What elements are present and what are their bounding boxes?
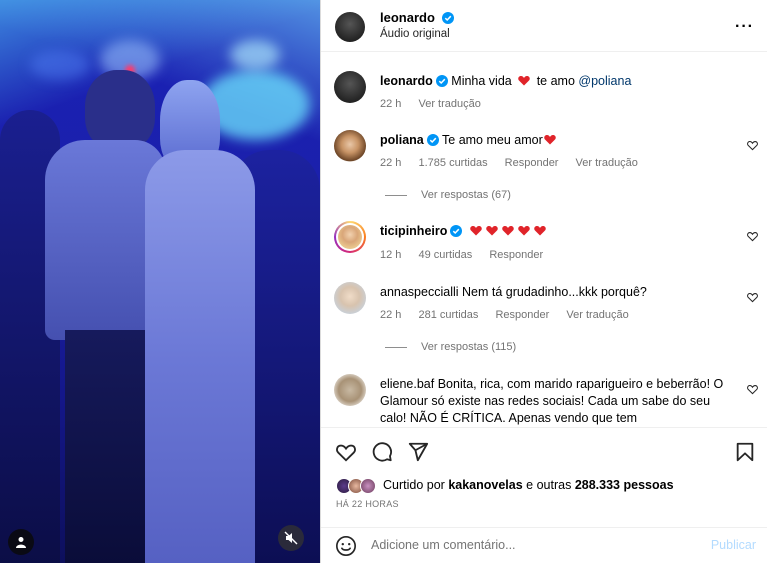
reply-button[interactable]: Responder [489,249,543,261]
view-replies-link[interactable]: Ver respostas (67) [385,189,511,201]
post-side-panel: leonardo Áudio original ··· leonardo Min… [320,0,767,563]
likes-prefix: Curtido por [383,478,445,492]
comments-list: leonardo Minha vida te amo @poliana 22 h… [321,53,767,427]
liker-username[interactable]: kakanovelas [448,478,522,492]
see-translation-link[interactable]: Ver tradução [566,309,628,321]
user-icon [16,537,26,548]
man-figure [85,70,155,150]
post-time[interactable]: HÁ 22 HORAS [336,499,399,509]
add-comment-bar: Publicar [321,527,767,563]
more-icon: ··· [735,18,754,35]
mute-icon [284,531,298,545]
verified-badge-icon [426,134,439,146]
comment-text-row: poliana Te amo meu amor [380,132,734,149]
comment-username[interactable]: leonardo [380,74,433,88]
comment-input[interactable] [371,538,691,552]
comment-meta: 12 h 49 curtidas Responder [380,249,557,261]
mute-button[interactable] [278,525,304,551]
like-comment-heart-icon[interactable] [747,231,758,242]
avatar[interactable] [334,71,366,103]
mention-link[interactable]: @poliana [578,74,631,88]
tagged-users-button[interactable] [8,529,34,555]
comment-time[interactable]: 22 h [380,157,401,169]
see-translation-link[interactable]: Ver tradução [576,157,638,169]
heart-emojis [470,224,546,238]
comment-time[interactable]: 12 h [380,249,401,261]
red-heart-emoji-icon [486,226,498,236]
heart-icon[interactable] [335,441,357,463]
caption-text: leonardo Minha vida te amo @poliana [380,73,734,90]
likers-avatars[interactable] [336,478,380,496]
avatar[interactable] [334,282,366,314]
comment-icon[interactable] [371,441,393,463]
likes-summary: Curtido por kakanovelas e outras 288.333… [383,478,674,492]
red-heart-emoji-icon [518,226,530,236]
author-username[interactable]: leonardo [380,10,435,25]
comment-text: Nem tá grudadinho...kkk porquê? [462,285,647,299]
avatar[interactable] [334,130,366,162]
post-dialog: leonardo Áudio original ··· leonardo Min… [0,0,767,563]
author-username-row: leonardo [380,10,454,25]
likes-count[interactable]: 288.333 pessoas [575,478,674,492]
verified-badge-icon [441,12,454,24]
comment-username[interactable]: annaspeccialli [380,285,459,299]
red-heart-emoji-icon [518,76,530,86]
comment-text-continued: te amo [536,74,575,88]
more-options-button[interactable]: ··· [735,18,754,36]
view-replies-link[interactable]: Ver respostas (115) [385,341,516,353]
comment-username[interactable]: eliene.baf [380,377,434,391]
comment-text-row: eliene.baf Bonita, rica, com marido rapa… [380,376,734,427]
like-comment-heart-icon[interactable] [747,292,758,303]
comment-meta: 22 h 281 curtidas Responder Ver tradução [380,309,643,321]
like-comment-heart-icon[interactable] [747,384,758,395]
verified-badge-icon [435,75,448,87]
verified-badge-icon [450,225,463,237]
comment-meta: 22 h 1.785 curtidas Responder Ver traduç… [380,157,652,169]
post-video[interactable] [0,0,320,563]
comment-meta: 22 h Ver tradução [380,98,495,110]
see-translation-link[interactable]: Ver tradução [418,98,480,110]
reply-button[interactable]: Responder [495,309,549,321]
comment-text: Te amo meu amor [442,133,543,147]
comment-text-row: ticipinheiro [380,223,734,240]
comment-time[interactable]: 22 h [380,98,401,110]
comment-time[interactable]: 22 h [380,309,401,321]
publish-button[interactable]: Publicar [711,538,756,552]
red-heart-emoji-icon [534,226,546,236]
comment-text: Minha vida [451,74,512,88]
reply-button[interactable]: Responder [505,157,559,169]
red-heart-emoji-icon [470,226,482,236]
red-heart-emoji-icon [544,135,556,145]
post-actions: Curtido por kakanovelas e outras 288.333… [321,427,767,563]
red-heart-emoji-icon [502,226,514,236]
share-icon[interactable] [407,441,429,463]
audio-link[interactable]: Áudio original [380,28,450,40]
comment-username[interactable]: poliana [380,133,424,147]
avatar[interactable] [334,374,366,406]
likes-suffix: e outras [526,478,572,492]
bookmark-icon[interactable] [734,441,756,463]
comment-username[interactable]: ticipinheiro [380,224,447,238]
comment-likes[interactable]: 281 curtidas [418,309,478,321]
author-avatar[interactable] [335,12,365,42]
like-comment-heart-icon[interactable] [747,140,758,151]
post-header: leonardo Áudio original ··· [321,0,767,52]
comment-likes[interactable]: 1.785 curtidas [418,157,487,169]
emoji-icon[interactable] [335,535,357,557]
comment-text-row: annaspeccialli Nem tá grudadinho...kkk p… [380,284,734,301]
avatar[interactable] [334,221,366,253]
comment-likes[interactable]: 49 curtidas [418,249,472,261]
